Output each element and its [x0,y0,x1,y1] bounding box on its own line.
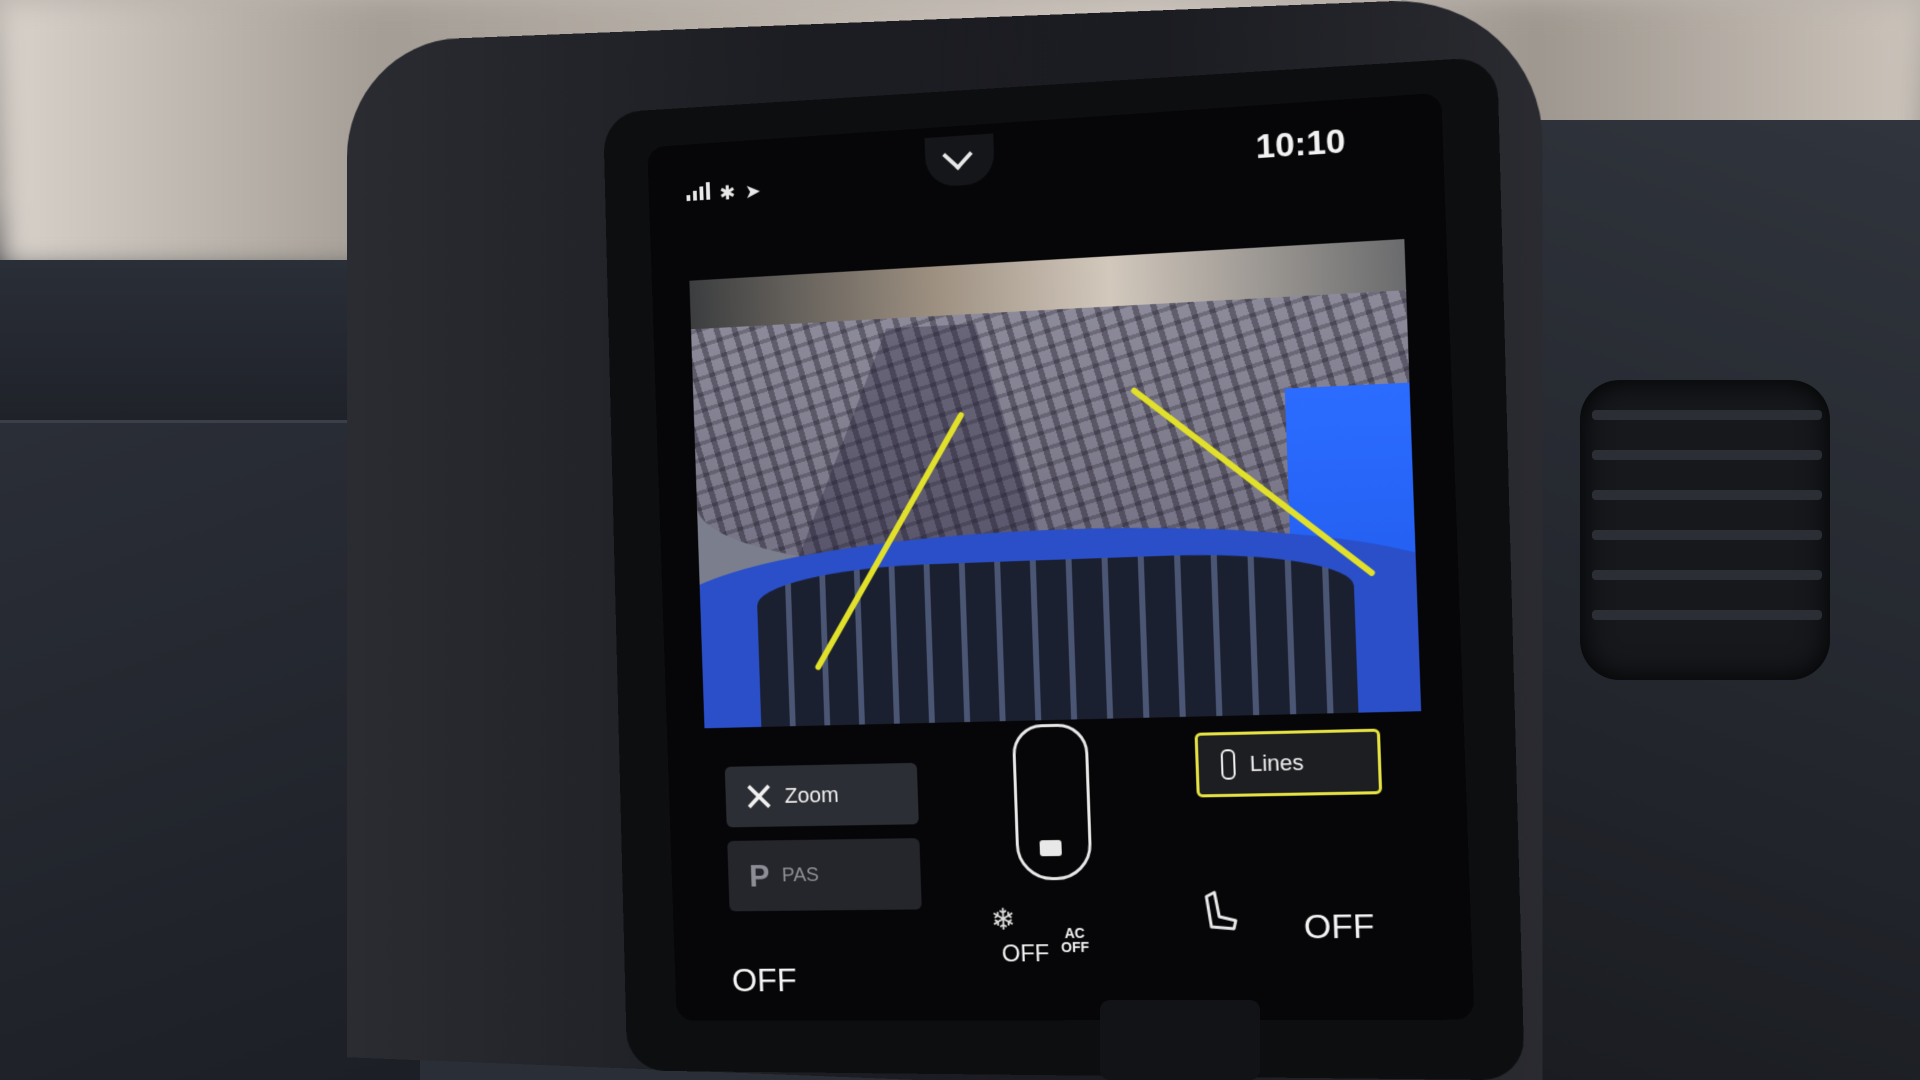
zoom-button[interactable]: Zoom [725,763,919,828]
signal-icon [686,182,710,201]
rear-camera-feed [689,239,1421,728]
lines-button[interactable]: Lines [1195,729,1383,798]
chevron-down-icon [942,139,973,170]
location-arrow-icon: ➤ [744,179,761,204]
infotainment-screen: ✱ ➤ 10:10 Zoom P PAS Lines ❄ OFF AC OFF … [647,93,1474,1021]
temperature-status[interactable]: OFF [731,962,797,1000]
pas-label: PAS [782,864,820,887]
lines-label: Lines [1249,750,1304,778]
air-vent [1580,380,1830,680]
pas-button[interactable]: P PAS [727,838,922,911]
rear-camera-icon [1039,840,1061,856]
car-interior-scene: ✱ ➤ 10:10 Zoom P PAS Lines ❄ OFF AC OFF … [0,0,1920,1080]
fan-status[interactable]: OFF [1001,940,1050,968]
vehicle-top-view-icon [1012,723,1093,880]
ac-off-button[interactable]: AC OFF [1060,926,1089,954]
status-icons: ✱ ➤ [686,179,761,208]
clock: 10:10 [1255,122,1346,168]
zoom-label: Zoom [784,782,839,809]
screen-mount [1100,1000,1260,1080]
zoom-icon [746,784,772,810]
ac-off-label: OFF [1061,940,1089,954]
seat-status[interactable]: OFF [1303,907,1375,947]
camera-bumper-tread [756,549,1359,728]
fan-icon[interactable]: ❄ [990,903,1016,938]
seat-heater-icon[interactable] [1200,888,1242,935]
parking-sensor-icon: P [749,858,770,894]
pull-down-tab[interactable] [925,133,995,187]
guide-lines-icon [1221,749,1236,780]
bluetooth-icon: ✱ [719,180,736,205]
